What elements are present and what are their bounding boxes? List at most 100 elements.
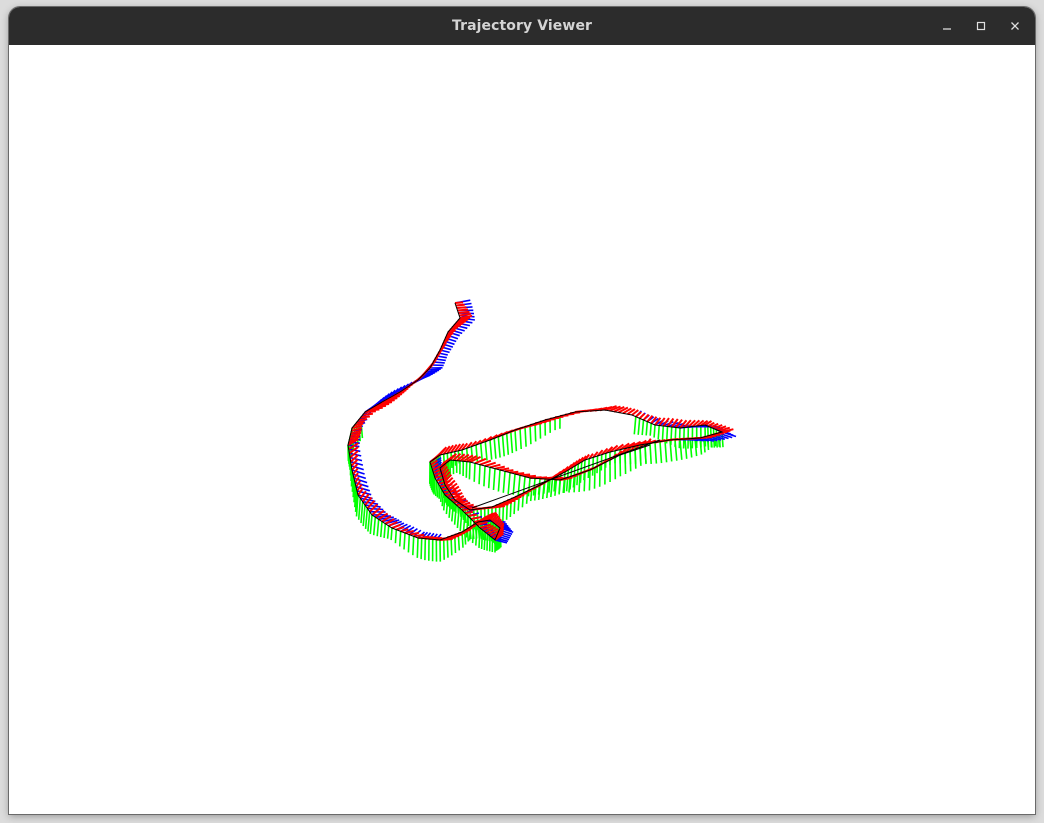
y-axis-marker: [484, 441, 488, 461]
y-axis-marker: [546, 480, 550, 499]
y-axis-marker: [588, 469, 591, 491]
y-axis-marker: [483, 531, 486, 551]
y-axis-marker: [653, 424, 656, 438]
x-axis-marker: [494, 465, 506, 470]
y-axis-marker: [661, 425, 665, 442]
y-axis-marker: [468, 461, 471, 480]
y-axis-marker: [403, 532, 406, 550]
y-axis-marker: [684, 438, 688, 459]
y-axis-marker: [466, 508, 470, 527]
y-axis-marker: [483, 465, 486, 487]
minimize-icon: [943, 28, 951, 30]
y-axis-marker: [379, 521, 383, 538]
x-axis-marker: [362, 412, 373, 416]
maximize-button[interactable]: [967, 12, 995, 40]
x-axis-marker: [519, 473, 531, 477]
y-axis-marker: [362, 504, 366, 527]
y-axis-marker: [502, 471, 506, 493]
x-axis-marker: [470, 516, 481, 520]
y-axis-marker: [367, 511, 371, 532]
y-axis-marker: [510, 431, 514, 454]
y-axis-marker: [529, 424, 532, 445]
y-axis-marker: [659, 441, 663, 464]
y-axis-marker: [369, 514, 373, 535]
y-axis-marker: [512, 473, 516, 495]
x-axis-marker: [467, 513, 477, 517]
y-axis-marker: [478, 527, 481, 548]
y-axis-marker: [519, 428, 522, 450]
y-axis-marker: [524, 426, 527, 447]
x-axis-marker: [455, 303, 465, 307]
3d-viewport[interactable]: [9, 45, 1035, 814]
y-axis-marker: [634, 449, 637, 469]
y-axis-marker: [390, 527, 393, 541]
y-axis-marker: [679, 439, 683, 460]
y-axis-marker: [386, 525, 390, 539]
y-axis-marker: [573, 474, 576, 493]
y-axis-marker: [480, 529, 484, 550]
y-axis-marker: [360, 501, 364, 524]
y-axis-marker: [649, 423, 652, 436]
app-window: Trajectory Viewer: [9, 7, 1035, 814]
y-axis-marker: [689, 438, 693, 458]
y-axis-marker: [376, 519, 380, 537]
y-axis-marker: [633, 416, 637, 435]
x-axis-marker: [524, 474, 536, 478]
window-title: Trajectory Viewer: [451, 18, 593, 34]
y-axis-marker: [416, 537, 419, 558]
y-axis-marker: [383, 523, 387, 538]
y-axis-marker: [645, 421, 649, 436]
trajectory-plot[interactable]: [9, 45, 1035, 814]
y-axis-marker: [624, 453, 627, 475]
y-axis-marker: [591, 457, 595, 476]
minimize-button[interactable]: [933, 12, 961, 40]
title-bar[interactable]: Trajectory Viewer: [9, 7, 1035, 45]
y-axis-marker: [493, 438, 497, 459]
y-axis-marker: [420, 538, 423, 560]
maximize-icon: [976, 21, 986, 31]
x-axis-marker: [464, 511, 474, 514]
y-axis-marker: [593, 467, 596, 489]
y-axis-marker: [644, 446, 647, 463]
y-axis-marker: [497, 469, 501, 492]
close-icon: [1011, 22, 1019, 30]
y-axis-marker: [505, 433, 510, 455]
x-axis-marker: [635, 411, 642, 418]
y-axis-marker: [664, 440, 668, 463]
y-axis-marker: [497, 436, 501, 458]
y-axis-marker: [550, 478, 554, 498]
y-axis-marker: [476, 508, 479, 530]
y-axis-marker: [457, 450, 461, 464]
y-axis-marker: [478, 464, 481, 485]
y-axis-marker: [473, 463, 476, 482]
x-axis-marker: [499, 467, 510, 471]
y-axis-marker: [674, 439, 678, 461]
y-axis-marker: [657, 425, 660, 440]
x-axis-marker: [462, 501, 471, 506]
y-axis-marker: [629, 451, 632, 472]
y-axis-marker: [583, 471, 586, 492]
z-axis-marker: [364, 504, 381, 508]
y-axis-marker: [438, 486, 441, 499]
y-axis-marker: [649, 443, 652, 464]
y-axis-marker: [394, 529, 398, 544]
x-axis-marker: [454, 301, 464, 304]
z-axis-marker: [367, 507, 384, 511]
x-axis-marker: [360, 415, 370, 419]
x-axis-marker: [459, 312, 472, 317]
x-axis-marker: [457, 308, 469, 312]
y-axis-marker: [372, 517, 377, 536]
close-button[interactable]: [1001, 12, 1029, 40]
y-axis-marker: [596, 455, 599, 474]
x-axis-marker: [456, 306, 467, 309]
y-axis-marker: [434, 480, 438, 497]
y-axis-marker: [357, 498, 362, 520]
y-axis-marker: [578, 473, 581, 492]
y-axis-marker: [492, 468, 496, 491]
y-axis-marker: [639, 448, 642, 466]
y-axis-marker: [507, 472, 511, 494]
y-axis-marker: [501, 434, 505, 457]
y-axis-marker: [517, 475, 521, 496]
y-axis-marker: [489, 439, 493, 460]
y-axis-marker: [442, 538, 445, 560]
